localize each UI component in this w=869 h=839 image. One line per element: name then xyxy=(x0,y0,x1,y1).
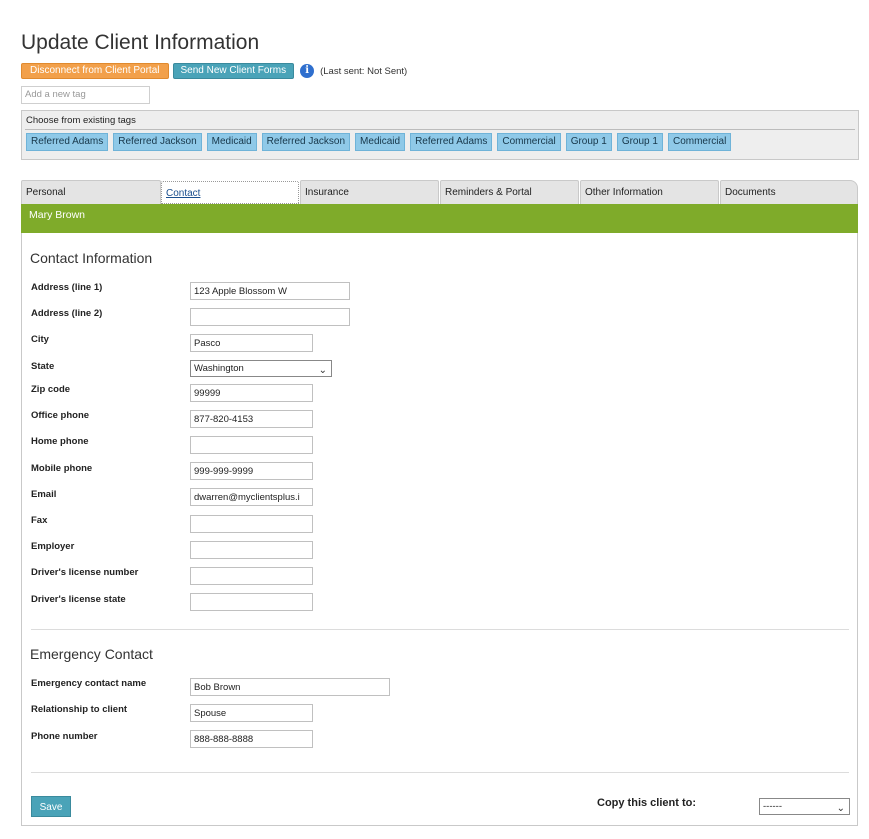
tag-chip[interactable]: Referred Jackson xyxy=(113,133,202,151)
contact-section-title: Contact Information xyxy=(30,250,153,266)
client-name: Mary Brown xyxy=(29,209,86,221)
mobile-phone-label: Mobile phone xyxy=(31,463,93,474)
tab-documents[interactable]: Documents xyxy=(720,180,858,204)
disconnect-portal-button[interactable]: Disconnect from Client Portal xyxy=(21,63,169,79)
copy-client-label: Copy this client to: xyxy=(597,797,696,809)
last-sent-status: (Last sent: Not Sent) xyxy=(320,65,408,77)
contact-form: Contact Information Address (line 1) 123… xyxy=(21,233,858,826)
email-input[interactable]: dwarren@myclientsplus.i xyxy=(190,488,313,506)
address-line2-input[interactable] xyxy=(190,308,350,326)
tag-chip[interactable]: Medicaid xyxy=(206,133,257,151)
tag-chip[interactable]: Medicaid xyxy=(355,133,406,151)
emergency-contact-name-label: Emergency contact name xyxy=(31,678,147,689)
tab-other-information[interactable]: Other Information xyxy=(580,180,719,204)
home-phone-input[interactable] xyxy=(190,436,313,454)
office-phone-input[interactable]: 877-820-4153 xyxy=(190,410,313,428)
employer-input[interactable] xyxy=(190,541,313,559)
emergency-phone-label: Phone number xyxy=(31,731,98,742)
tab-reminders-portal[interactable]: Reminders & Portal xyxy=(440,180,579,204)
save-button[interactable]: Save xyxy=(31,796,71,817)
relationship-input[interactable]: Spouse xyxy=(190,704,313,722)
client-tabs: Personal Contact Insurance Reminders & P… xyxy=(21,180,858,204)
copy-client-select-value: ------ xyxy=(763,801,782,812)
state-label: State xyxy=(31,361,55,372)
tag-chip[interactable]: Referred Adams xyxy=(26,133,109,151)
zip-code-label: Zip code xyxy=(31,384,71,395)
tag-chip[interactable]: Referred Adams xyxy=(410,133,493,151)
mobile-phone-input[interactable]: 999-999-9999 xyxy=(190,462,313,480)
divider xyxy=(25,129,855,130)
divider xyxy=(31,629,849,630)
drivers-license-number-label: Driver's license number xyxy=(31,567,139,578)
email-label: Email xyxy=(31,489,57,500)
city-label: City xyxy=(31,334,49,345)
address-line1-input[interactable]: 123 Apple Blossom W xyxy=(190,282,350,300)
send-client-forms-button[interactable]: Send New Client Forms xyxy=(172,63,295,79)
state-select[interactable]: Washington ⌄ xyxy=(190,360,332,377)
tab-personal[interactable]: Personal xyxy=(21,180,161,204)
relationship-label: Relationship to client xyxy=(31,704,128,715)
tab-contact[interactable]: Contact xyxy=(161,181,299,204)
zip-code-input[interactable]: 99999 xyxy=(190,384,313,402)
tab-insurance[interactable]: Insurance xyxy=(300,180,439,204)
emergency-phone-input[interactable]: 888-888-8888 xyxy=(190,730,313,748)
tag-chip[interactable]: Referred Jackson xyxy=(261,133,351,151)
info-icon[interactable]: i xyxy=(300,64,315,78)
tag-chip[interactable]: Group 1 xyxy=(565,133,612,151)
home-phone-label: Home phone xyxy=(31,436,89,447)
address-line1-label: Address (line 1) xyxy=(31,282,103,293)
city-input[interactable]: Pasco xyxy=(190,334,313,352)
top-actions: Disconnect from Client Portal Send New C… xyxy=(21,63,407,79)
fax-input[interactable] xyxy=(190,515,313,533)
drivers-license-number-input[interactable] xyxy=(190,567,313,585)
office-phone-label: Office phone xyxy=(31,410,90,421)
divider xyxy=(31,772,849,773)
tag-chip[interactable]: Commercial xyxy=(497,133,561,151)
drivers-license-state-input[interactable] xyxy=(190,593,313,611)
tag-list: Referred Adams Referred Jackson Medicaid… xyxy=(26,133,732,151)
client-name-bar: Mary Brown xyxy=(21,204,858,233)
emergency-contact-name-input[interactable]: Bob Brown xyxy=(190,678,390,696)
chevron-down-icon: ⌄ xyxy=(836,803,845,814)
tab-contact-label: Contact xyxy=(166,188,201,199)
existing-tags-panel: Choose from existing tags Referred Adams… xyxy=(21,110,859,160)
page-title: Update Client Information xyxy=(21,31,260,54)
state-select-value: Washington xyxy=(194,363,244,374)
employer-label: Employer xyxy=(31,541,75,552)
existing-tags-label: Choose from existing tags xyxy=(26,115,136,126)
tag-chip[interactable]: Group 1 xyxy=(616,133,663,151)
address-line2-label: Address (line 2) xyxy=(31,308,103,319)
tag-chip[interactable]: Commercial xyxy=(667,133,732,151)
fax-label: Fax xyxy=(31,515,48,526)
chevron-down-icon: ⌄ xyxy=(318,365,327,376)
copy-client-select[interactable]: ------ ⌄ xyxy=(759,798,850,815)
emergency-section-title: Emergency Contact xyxy=(30,646,153,662)
drivers-license-state-label: Driver's license state xyxy=(31,594,126,605)
new-tag-input[interactable]: Add a new tag xyxy=(21,86,150,104)
